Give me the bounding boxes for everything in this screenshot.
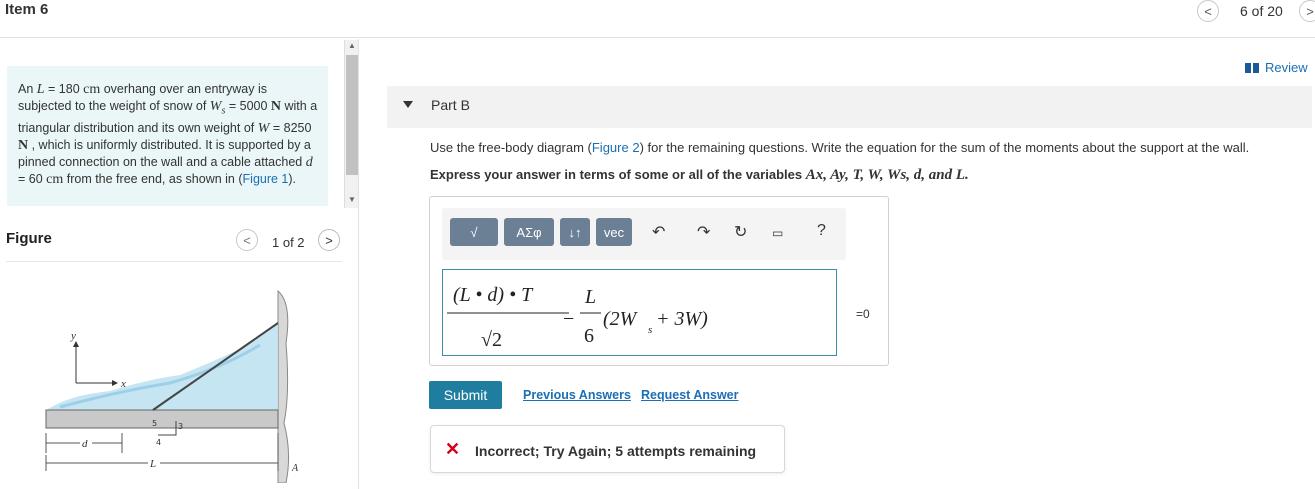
instructions: Use the free-body diagram (Figure 2) for… (430, 140, 1249, 155)
dim-label-L: L (149, 458, 156, 470)
divider (6, 261, 342, 262)
support-label-A: A (291, 463, 299, 474)
problem-text: = 8250 (269, 120, 312, 135)
expression-part: (2W (603, 308, 639, 330)
wall (277, 289, 290, 483)
equals-zero: =0 (856, 307, 870, 321)
greek-button[interactable]: ΑΣφ (504, 218, 554, 246)
sqrt-template-icon: √ (470, 224, 478, 240)
fraction-1-numerator: (L • d) • T (453, 284, 534, 306)
slope-label-5: 5 (152, 419, 157, 428)
var-Ws: W (209, 99, 222, 114)
problem-text: = 180 (44, 82, 84, 96)
fraction-1-denominator: √2 (481, 329, 502, 351)
express-variables: Ax, Ay, T, W, Ws, d, and L. (805, 167, 969, 183)
error-x-icon: ✕ (445, 439, 461, 459)
book-icon (1245, 62, 1259, 73)
vec-label: vec (603, 224, 625, 240)
dim-label-d: d (82, 438, 88, 450)
snow (48, 323, 278, 411)
unit-cm: cm (46, 171, 64, 187)
instructions-text: ) for the remaining questions. Write the… (639, 140, 1250, 155)
scroll-thumb[interactable] (346, 55, 358, 175)
previous-item-button[interactable]: < (1197, 0, 1219, 22)
equation-render: (L • d) • T √2 − L 6 (2W s + 3W) (447, 284, 708, 351)
slope-label-3: 3 (178, 422, 183, 431)
subscript-s: s (648, 324, 652, 336)
figure-heading: Figure (6, 230, 52, 247)
request-answer-link[interactable]: Request Answer (641, 388, 738, 402)
left-panel: An L = 180 cm overhang over an entryway … (0, 39, 344, 489)
slope-label-4: 4 (156, 438, 161, 447)
previous-answers-link[interactable]: Previous Answers (523, 388, 631, 402)
figure-image: 5 3 4 y x A d L (45, 289, 299, 483)
scroll-up-icon[interactable]: ▲ (345, 40, 359, 52)
instructions-text: Use the free-body diagram ( (430, 140, 592, 155)
expression-part: + 3W) (656, 308, 708, 330)
unit-N: N (18, 137, 29, 153)
express-text: Express your answer in terms of some or … (430, 167, 806, 182)
figure-count: 1 of 2 (272, 235, 305, 250)
part-title: Part B (431, 97, 470, 113)
review-link[interactable]: Review (1245, 60, 1308, 75)
problem-text: from the free end, as shown in ( (63, 171, 243, 186)
unit-N: N (270, 99, 282, 114)
chevron-right-icon: > (325, 232, 333, 248)
fraction-2-numerator: L (584, 286, 596, 308)
problem-text: , which is uniformly distributed. It is … (18, 137, 311, 169)
submit-button[interactable]: Submit (429, 381, 502, 409)
problem-text: = 60 (18, 171, 47, 186)
reset-icon[interactable]: ↻ (734, 222, 747, 242)
panel-divider (358, 39, 359, 489)
x-arrow (112, 380, 118, 386)
caret-down-icon (403, 101, 413, 108)
problem-statement: An L = 180 cm overhang over an entryway … (7, 66, 328, 206)
item-count: 6 of 20 (1240, 3, 1283, 19)
undo-icon[interactable]: ↶ (652, 222, 665, 242)
figure-1-link[interactable]: Figure 1 (243, 172, 289, 186)
unit-cm: cm (83, 82, 101, 97)
templates-button[interactable]: √ (450, 218, 498, 246)
minus-sign: − (563, 308, 574, 330)
updown-arrows-icon: ↓↑ (568, 224, 582, 240)
feedback-message: ✕ Incorrect; Try Again; 5 attempts remai… (430, 425, 785, 473)
chevron-left-icon: < (1204, 3, 1212, 19)
help-icon[interactable]: ? (817, 222, 826, 240)
overhang-beam (45, 409, 279, 429)
greek-label: ΑΣφ (516, 224, 542, 240)
var-d: d (305, 154, 313, 170)
chevron-right-icon: > (1306, 3, 1314, 19)
figure-2-link[interactable]: Figure 2 (592, 140, 640, 155)
subscript-button[interactable]: ↓↑ (560, 218, 590, 246)
math-toolbar: √ ΑΣφ ↓↑ vec ↶ ↷ ↻ ▭ ? (442, 208, 846, 260)
item-title: Item 6 (5, 1, 49, 18)
var-W: W (257, 120, 270, 136)
express-instruction: Express your answer in terms of some or … (430, 167, 969, 184)
var-L: L (36, 82, 45, 97)
answer-input[interactable]: (L • d) • T √2 − L 6 (2W s + 3W) (442, 269, 837, 356)
fraction-2-denominator: 6 (584, 325, 594, 347)
figure-prev-button[interactable]: < (236, 229, 258, 251)
redo-icon[interactable]: ↷ (697, 222, 710, 242)
x-label: x (120, 378, 126, 390)
part-header[interactable]: Part B (387, 86, 1312, 128)
top-bar: Item 6 < 6 of 20 > (0, 0, 1315, 38)
review-label: Review (1265, 60, 1308, 75)
scroll-down-icon[interactable]: ▼ (345, 194, 359, 206)
chevron-left-icon: < (243, 232, 251, 248)
vector-button[interactable]: vec (596, 218, 632, 246)
left-scrollbar[interactable]: ▲ ▼ (344, 40, 358, 208)
problem-text: An (18, 82, 37, 96)
problem-text: = 5000 (225, 99, 271, 113)
feedback-text: Incorrect; Try Again; 5 attempts remaini… (475, 443, 757, 459)
figure-next-button[interactable]: > (318, 229, 340, 251)
keyboard-icon[interactable]: ▭ (772, 226, 783, 240)
y-label: y (70, 330, 76, 342)
problem-text: ). (288, 171, 297, 186)
next-item-button[interactable]: > (1299, 0, 1315, 22)
